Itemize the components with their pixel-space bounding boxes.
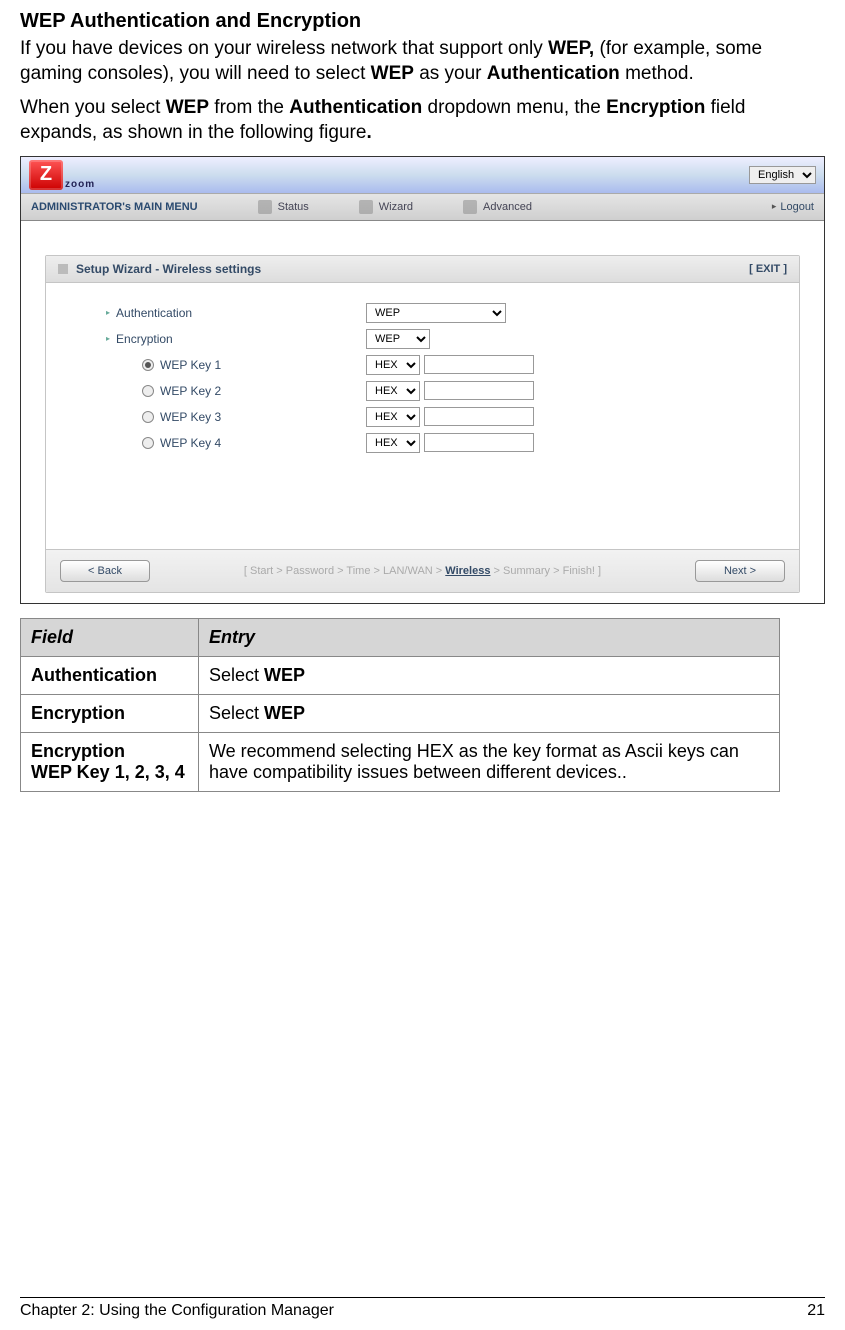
- encryption-select[interactable]: WEP: [366, 329, 430, 349]
- cell-entry: We recommend selecting HEX as the key fo…: [199, 732, 780, 791]
- field-label: WEP Key 2: [160, 384, 221, 398]
- text-bold: WEP,: [548, 38, 594, 59]
- field-label: WEP Key 1: [160, 358, 221, 372]
- header-field: Field: [21, 618, 199, 656]
- row-wep-key-3: WEP Key 3 HEX: [106, 407, 769, 427]
- router-screenshot: Z zoom English ADMINISTRATOR's MAIN MENU…: [20, 156, 825, 604]
- crumb-time: Time: [346, 565, 370, 577]
- wep-key-2-input[interactable]: [424, 381, 534, 400]
- wep-key-2-radio[interactable]: [142, 385, 154, 397]
- text: method.: [620, 63, 694, 84]
- text: When you select: [20, 97, 166, 118]
- row-wep-key-1: WEP Key 1 HEX: [106, 355, 769, 375]
- wep-key-4-format[interactable]: HEX: [366, 433, 420, 453]
- header-entry: Entry: [199, 618, 780, 656]
- field-entry-table: Field Entry Authentication Select WEP En…: [20, 618, 780, 792]
- text-bold: Encryption: [606, 97, 705, 118]
- table-row: Encryption Select WEP: [21, 694, 780, 732]
- section-title: WEP Authentication and Encryption: [20, 10, 825, 33]
- wep-key-1-input[interactable]: [424, 355, 534, 374]
- bullet-icon: ▸: [106, 334, 110, 343]
- table-row: Authentication Select WEP: [21, 656, 780, 694]
- wep-key-3-format[interactable]: HEX: [366, 407, 420, 427]
- field-label: Encryption: [116, 332, 173, 346]
- wep-key-1-format[interactable]: HEX: [366, 355, 420, 375]
- wep-key-1-radio[interactable]: [142, 359, 154, 371]
- menu-status[interactable]: Status: [258, 200, 309, 214]
- row-wep-key-2: WEP Key 2 HEX: [106, 381, 769, 401]
- wizard-breadcrumb: [ Start > Password > Time > LAN/WAN > Wi…: [150, 565, 695, 577]
- advanced-icon: [463, 200, 477, 214]
- text-bold: Authentication: [487, 63, 620, 84]
- wep-key-3-input[interactable]: [424, 407, 534, 426]
- text: If you have devices on your wireless net…: [20, 38, 548, 59]
- wep-key-3-radio[interactable]: [142, 411, 154, 423]
- crumb-summary: Summary: [503, 565, 550, 577]
- authentication-select[interactable]: WEP: [366, 303, 506, 323]
- wizard-icon: [359, 200, 373, 214]
- row-authentication: ▸ Authentication WEP: [106, 303, 769, 323]
- page-footer: Chapter 2: Using the Configuration Manag…: [20, 1297, 825, 1320]
- cell-field: Encryption WEP Key 1, 2, 3, 4: [21, 732, 199, 791]
- crumb-start: Start: [250, 565, 273, 577]
- next-button[interactable]: Next >: [695, 560, 785, 582]
- top-bar: Z zoom English: [21, 157, 824, 193]
- crumb-finish: Finish!: [563, 565, 595, 577]
- footer-page-number: 21: [807, 1302, 825, 1320]
- wizard-footer: < Back [ Start > Password > Time > LAN/W…: [46, 549, 799, 592]
- wep-key-4-radio[interactable]: [142, 437, 154, 449]
- footer-chapter: Chapter 2: Using the Configuration Manag…: [20, 1302, 334, 1320]
- menu-logout[interactable]: ▸Logout: [772, 201, 814, 213]
- intro-paragraph-1: If you have devices on your wireless net…: [20, 37, 825, 86]
- back-button[interactable]: < Back: [60, 560, 150, 582]
- main-menu: ADMINISTRATOR's MAIN MENU Status Wizard …: [21, 193, 824, 221]
- cell-entry: Select WEP: [199, 656, 780, 694]
- menu-label: Advanced: [483, 201, 532, 213]
- wizard-title: Setup Wizard - Wireless settings: [76, 262, 261, 276]
- brand-text: zoom: [65, 179, 95, 190]
- text: dropdown menu, the: [422, 97, 606, 118]
- crumb-password: Password: [286, 565, 334, 577]
- language-select[interactable]: English: [749, 166, 816, 184]
- row-wep-key-4: WEP Key 4 HEX: [106, 433, 769, 453]
- status-icon: [258, 200, 272, 214]
- wep-key-4-input[interactable]: [424, 433, 534, 452]
- text: from the: [209, 97, 289, 118]
- text-bold: WEP: [166, 97, 209, 118]
- crumb-wireless: Wireless: [445, 565, 490, 577]
- field-label: Authentication: [116, 306, 192, 320]
- logo-area: Z zoom: [29, 160, 95, 190]
- menu-title: ADMINISTRATOR's MAIN MENU: [31, 201, 198, 213]
- cell-field: Encryption: [21, 694, 199, 732]
- crumb-close: ]: [595, 565, 601, 577]
- wizard-panel: Setup Wizard - Wireless settings [ EXIT …: [45, 255, 800, 593]
- cell-entry: Select WEP: [199, 694, 780, 732]
- menu-label: Status: [278, 201, 309, 213]
- wep-key-2-format[interactable]: HEX: [366, 381, 420, 401]
- menu-advanced[interactable]: Advanced: [463, 200, 532, 214]
- chevron-icon: ▸: [772, 201, 777, 212]
- text-bold: .: [366, 122, 371, 143]
- table-row: Encryption WEP Key 1, 2, 3, 4 We recomme…: [21, 732, 780, 791]
- bullet-icon: ▸: [106, 308, 110, 317]
- table-header-row: Field Entry: [21, 618, 780, 656]
- cell-field: Authentication: [21, 656, 199, 694]
- menu-label: Wizard: [379, 201, 413, 213]
- logo-icon: Z: [29, 160, 63, 190]
- field-label: WEP Key 3: [160, 410, 221, 424]
- row-encryption: ▸ Encryption WEP: [106, 329, 769, 349]
- text: as your: [414, 63, 487, 84]
- field-label: WEP Key 4: [160, 436, 221, 450]
- menu-wizard[interactable]: Wizard: [359, 200, 413, 214]
- crumb-lanwan: LAN/WAN: [383, 565, 433, 577]
- wizard-header: Setup Wizard - Wireless settings [ EXIT …: [46, 256, 799, 283]
- intro-paragraph-2: When you select WEP from the Authenticat…: [20, 96, 825, 145]
- panel-icon: [58, 264, 68, 274]
- menu-label: Logout: [780, 201, 814, 213]
- text-bold: Authentication: [289, 97, 422, 118]
- form-area: ▸ Authentication WEP ▸ Encryption WEP WEP …: [46, 283, 799, 549]
- text-bold: WEP: [371, 63, 414, 84]
- exit-link[interactable]: [ EXIT ]: [749, 263, 787, 275]
